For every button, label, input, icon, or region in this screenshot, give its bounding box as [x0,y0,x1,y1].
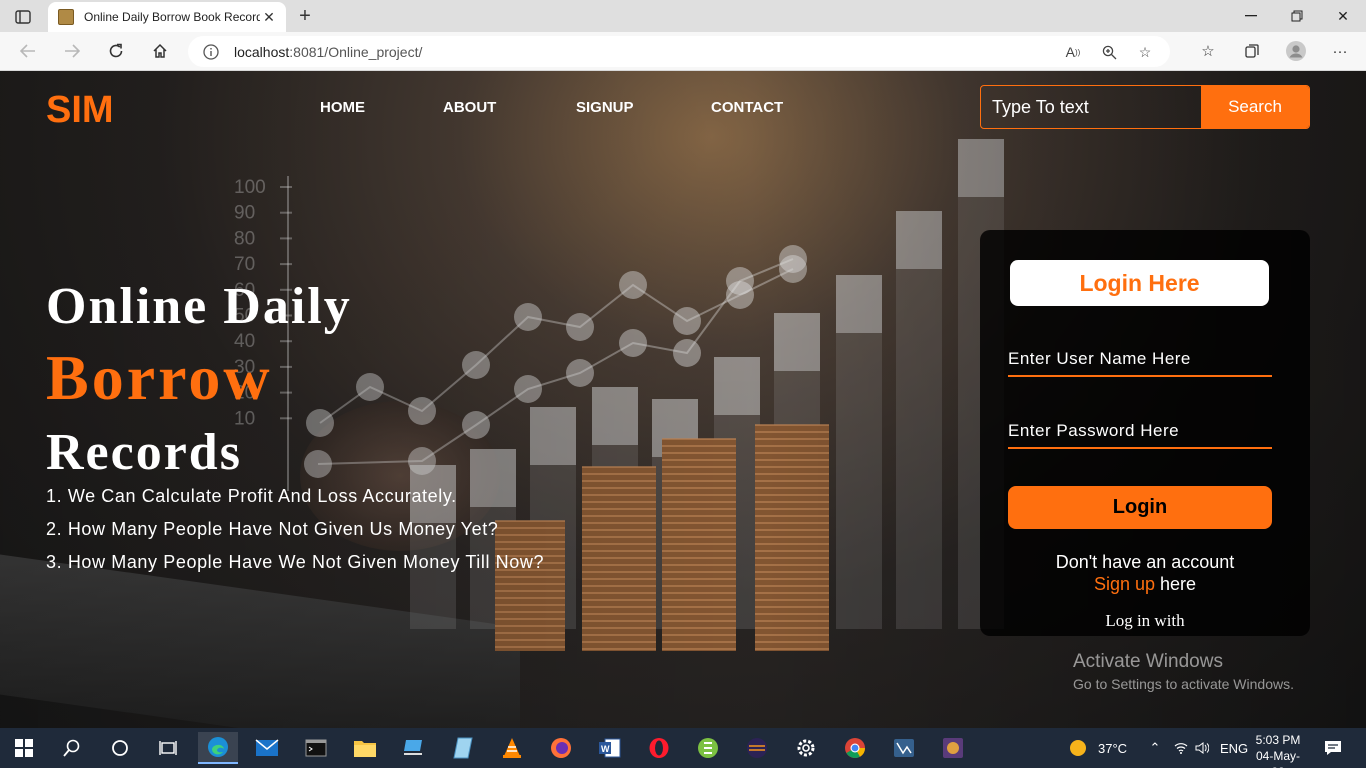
activate-windows-watermark: Activate Windows Go to Settings to activ… [1073,651,1294,692]
taskbar-clock[interactable]: 5:03 PM 04-May-22 [1250,732,1306,768]
url-path: :8081/Online_project/ [289,43,423,60]
search-taskbar-icon[interactable] [52,732,92,764]
file-explorer-icon[interactable] [345,732,385,764]
temperature: 37°C [1098,740,1128,756]
browser-toolbar: localhost:8081/Online_project/ A)) ☆ ☆ ·… [0,32,1366,71]
mail-icon[interactable] [247,732,287,764]
chrome-icon[interactable] [835,732,875,764]
add-favorite-icon[interactable]: ☆ [1134,41,1156,63]
system-tray-icons: ⌃ ENG [1146,728,1249,768]
tab-actions-icon[interactable] [8,6,38,28]
task-view-icon[interactable] [148,732,188,764]
web-page: 100908070605040302010 SIM HOME ABOUT SIG… [0,71,1366,728]
watermark-subtitle: Go to Settings to activate Windows. [1073,676,1294,692]
refresh-icon[interactable] [102,38,130,64]
hero-title-line1: Online Daily [46,278,352,335]
svg-text:W: W [601,744,610,754]
browser-titlebar: Online Daily Borrow Book Records ✕ + ✕ [0,0,1366,32]
login-panel: Login Here Login Don't have an account S… [980,230,1310,636]
zoom-icon[interactable] [1098,41,1120,63]
signup-suffix: here [1155,574,1197,594]
favorites-icon[interactable]: ☆ [1186,38,1230,64]
forward-icon[interactable] [58,38,86,64]
clock-time: 5:03 PM [1255,733,1301,747]
sun-icon [1070,740,1086,756]
hero-title-line2: Borrow [46,342,273,413]
game-app-icon[interactable] [933,732,973,764]
login-button[interactable]: Login [1008,486,1272,529]
close-window-icon[interactable]: ✕ [1320,0,1366,32]
password-input[interactable] [1008,415,1272,449]
search-form: Search [980,85,1310,129]
weather-widget[interactable]: 37°C [1068,728,1127,768]
feature-list: 1. We Can Calculate Profit And Loss Accu… [46,485,544,584]
mysql-workbench-icon[interactable] [884,732,924,764]
watermark-title: Activate Windows [1073,651,1223,672]
tab-close-icon[interactable]: ✕ [260,8,278,26]
url-host: localhost [234,43,290,60]
site-info-icon[interactable] [202,43,220,61]
browser-tab[interactable]: Online Daily Borrow Book Records ✕ [48,2,286,32]
windows-taskbar: W 37°C ⌃ ENG 5:03 PM 04-May-22 [0,728,1366,768]
back-icon[interactable] [14,38,42,64]
chevron-up-icon[interactable]: ⌃ [1146,740,1164,756]
language-indicator[interactable]: ENG [1220,741,1248,756]
nav-contact[interactable]: CONTACT [711,99,783,116]
username-input[interactable] [1008,343,1272,377]
feature-item: 3. How Many People Have We Not Given Mon… [46,552,545,572]
restore-icon[interactable] [1274,0,1320,32]
minimize-icon[interactable] [1228,0,1274,32]
signup-link[interactable]: Sign up [1094,574,1155,594]
no-account-text: Don't have an account [1055,552,1235,572]
site-logo[interactable]: SIM [46,89,114,132]
search-button[interactable]: Search [1201,86,1309,128]
start-button[interactable] [4,732,44,764]
word-icon[interactable]: W [590,732,630,764]
new-tab-icon[interactable]: + [292,4,318,28]
eclipse-icon[interactable] [737,732,777,764]
address-bar[interactable]: localhost:8081/Online_project/ A)) ☆ [188,36,1170,67]
settings-gear-icon[interactable] [786,732,826,764]
home-icon[interactable] [146,38,174,64]
volume-icon[interactable] [1192,742,1212,754]
vlc-icon[interactable] [492,732,532,764]
clock-date: 04-May-22 [1255,749,1300,768]
opera-icon[interactable] [639,732,679,764]
search-input[interactable] [981,86,1201,128]
url-text: localhost:8081/Online_project/ [234,44,422,60]
nav-about[interactable]: ABOUT [443,99,496,116]
read-aloud-icon[interactable]: A)) [1062,41,1084,63]
wifi-icon[interactable] [1170,742,1192,754]
profile-avatar-icon[interactable] [1274,38,1318,64]
favicon-icon [58,9,74,25]
notification-icon[interactable] [1320,736,1346,760]
notepad-icon[interactable] [443,732,483,764]
login-with-text: Log in with [1105,611,1185,630]
nav-home[interactable]: HOME [320,99,365,116]
nav-signup[interactable]: SIGNUP [576,99,634,116]
signup-prompt: Don't have an account Sign up here [980,551,1310,595]
cortana-icon[interactable] [100,732,140,764]
feature-item: 1. We Can Calculate Profit And Loss Accu… [46,486,457,506]
edge-taskbar-icon[interactable] [198,732,238,764]
this-pc-icon[interactable] [394,732,434,764]
login-title: Login Here [1010,260,1269,306]
tab-title: Online Daily Borrow Book Records [84,10,260,24]
bluestacks-icon[interactable] [688,732,728,764]
collections-icon[interactable] [1230,38,1274,64]
hero-title-line3: Records [46,424,242,481]
terminal-icon[interactable] [296,732,336,764]
more-menu-icon[interactable]: ··· [1318,38,1362,64]
firefox-icon[interactable] [541,732,581,764]
feature-item: 2. How Many People Have Not Given Us Mon… [46,519,499,539]
